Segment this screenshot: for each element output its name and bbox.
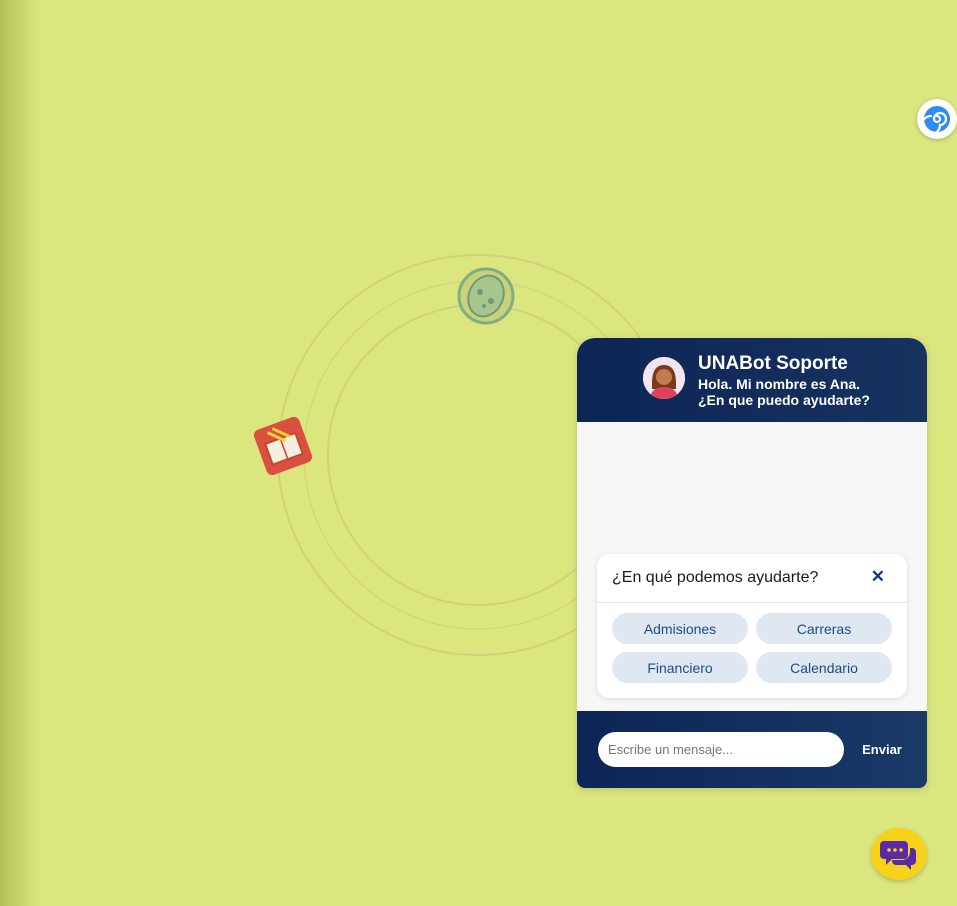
chat-subtitle-line2: ¿En que puedo ayudarte? bbox=[698, 392, 870, 408]
quick-reply-carreras[interactable]: Carreras bbox=[756, 613, 892, 644]
chat-messages-area[interactable]: ¿En qué podemos ayudarte? ✕ Admisiones C… bbox=[577, 422, 927, 711]
chat-subtitle: Hola. Mi nombre es Ana. ¿En que puedo ay… bbox=[698, 376, 870, 408]
divider bbox=[597, 602, 907, 603]
chat-subtitle-line1: Hola. Mi nombre es Ana. bbox=[698, 376, 861, 392]
avatar bbox=[643, 357, 685, 399]
chat-header: UNABot Soporte Hola. Mi nombre es Ana. ¿… bbox=[577, 338, 927, 422]
quick-replies-card: ¿En qué podemos ayudarte? ✕ Admisiones C… bbox=[597, 554, 907, 698]
send-button[interactable]: Enviar bbox=[855, 732, 909, 767]
spiral-assist-icon[interactable] bbox=[917, 99, 957, 139]
quick-reply-financiero[interactable]: Financiero bbox=[612, 652, 748, 683]
close-icon[interactable]: ✕ bbox=[871, 567, 885, 587]
message-input[interactable] bbox=[598, 732, 844, 767]
quick-replies-title: ¿En qué podemos ayudarte? bbox=[612, 569, 819, 586]
potato-sticker-icon bbox=[457, 267, 515, 325]
chat-window: UNABot Soporte Hola. Mi nombre es Ana. ¿… bbox=[577, 338, 927, 788]
chat-bubbles-icon[interactable] bbox=[871, 828, 927, 880]
chat-title: UNABot Soporte bbox=[698, 353, 848, 374]
chat-composer: Enviar bbox=[577, 711, 927, 788]
quick-reply-admisiones[interactable]: Admisiones bbox=[612, 613, 748, 644]
quick-reply-calendario[interactable]: Calendario bbox=[756, 652, 892, 683]
